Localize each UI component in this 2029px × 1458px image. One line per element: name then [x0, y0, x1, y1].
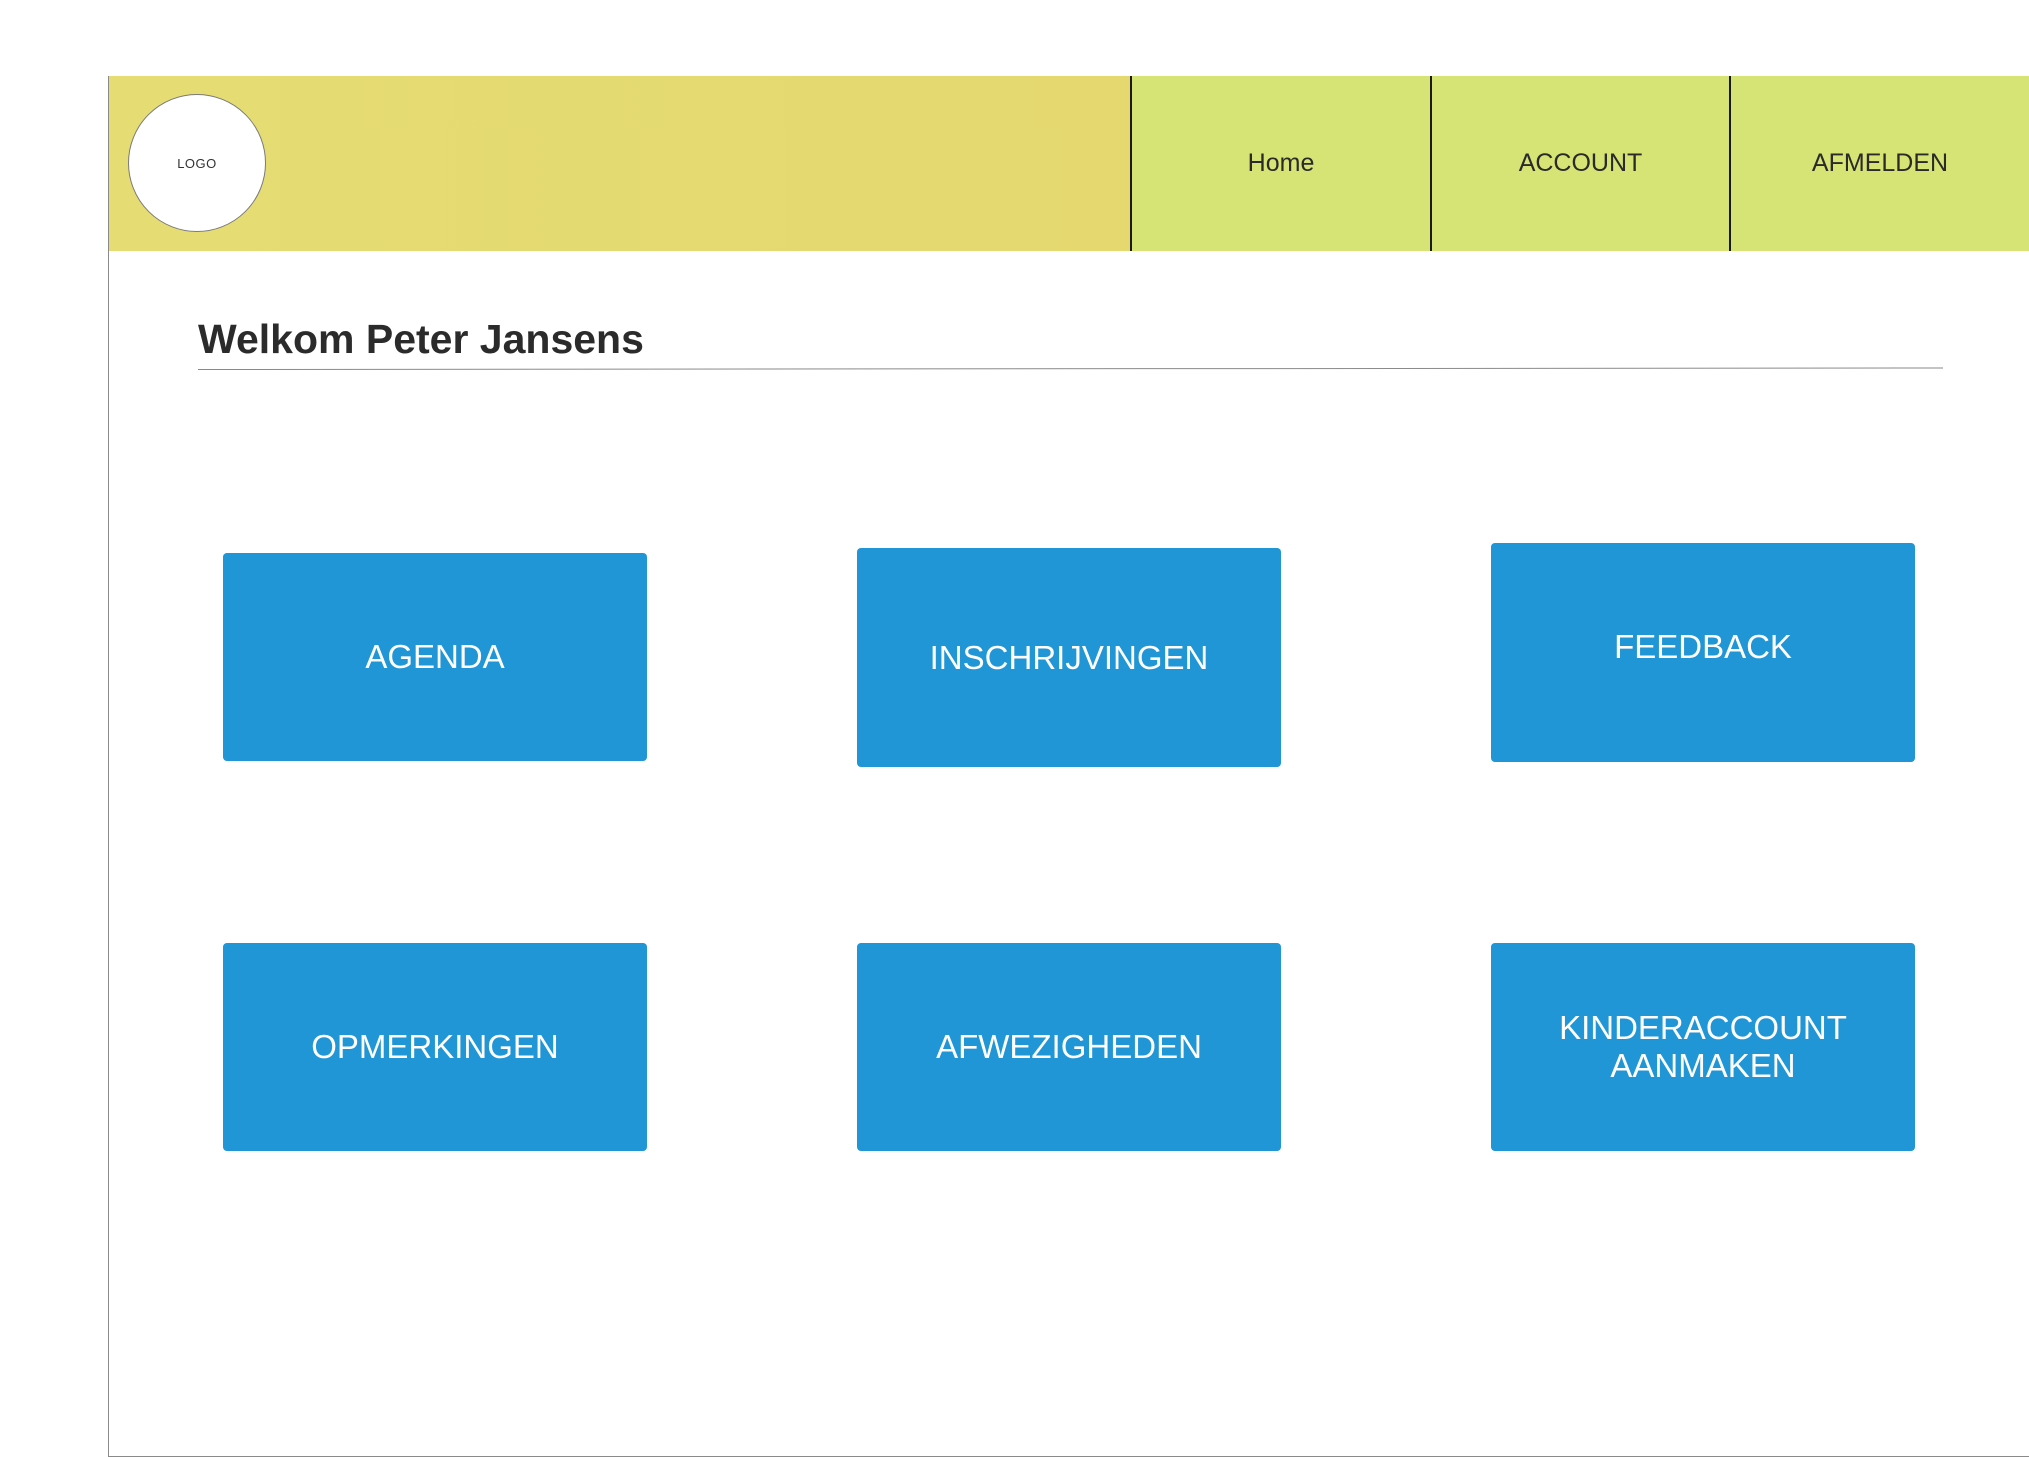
feedback-button-label: FEEDBACK	[1614, 627, 1792, 665]
inschrijvingen-button-label: INSCHRIJVINGEN	[929, 638, 1209, 676]
nav-logout[interactable]: AFMELDEN	[1729, 76, 2029, 251]
afwezigheden-button[interactable]: AFWEZIGHEDEN	[857, 943, 1281, 1151]
feedback-button[interactable]: FEEDBACK	[1491, 543, 1915, 762]
page-title: Welkom Peter Jansens	[198, 316, 644, 362]
nav-account[interactable]: ACCOUNT	[1430, 76, 1729, 251]
afwezigheden-button-label: AFWEZIGHEDEN	[936, 1028, 1202, 1065]
nav-home[interactable]: Home	[1130, 76, 1430, 251]
opmerkingen-button[interactable]: OPMERKINGEN	[223, 943, 647, 1151]
nav-logout-label: AFMELDEN	[1811, 149, 1949, 177]
logo-label: LOGO	[177, 155, 217, 171]
agenda-button-label: AGENDA	[365, 638, 505, 675]
inschrijvingen-button[interactable]: INSCHRIJVINGEN	[857, 548, 1281, 767]
nav-home-label: Home	[1247, 149, 1315, 177]
logo[interactable]: LOGO	[128, 94, 266, 232]
agenda-button[interactable]: AGENDA	[223, 553, 647, 761]
opmerkingen-button-label: OPMERKINGEN	[311, 1028, 559, 1065]
top-nav: Home ACCOUNT AFMELDEN	[1130, 76, 2029, 251]
kinderaccount-aanmaken-button-label: KINDERACCOUNT AANMAKEN	[1559, 1009, 1847, 1084]
nav-account-label: ACCOUNT	[1518, 149, 1643, 177]
kinderaccount-aanmaken-button[interactable]: KINDERACCOUNT AANMAKEN	[1491, 943, 1915, 1151]
